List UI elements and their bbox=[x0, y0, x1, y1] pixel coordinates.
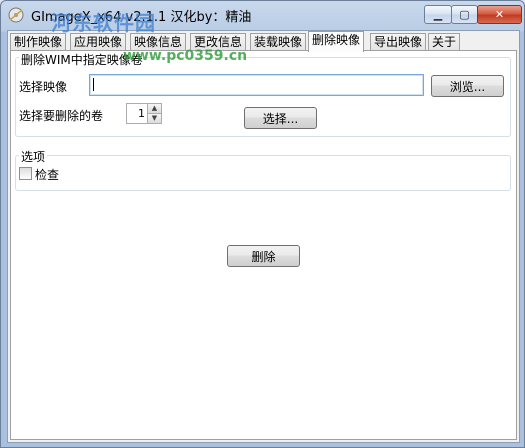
app-window: GImageX_x64 v2.1.1 汉化by：精油 ▁ ▢ ✕ 制作映像 应用… bbox=[0, 0, 525, 448]
maximize-button[interactable]: ▢ bbox=[451, 5, 478, 24]
select-volume-button[interactable]: 选择... bbox=[244, 107, 317, 129]
spin-up-icon: ▲ bbox=[151, 104, 158, 112]
tab-about[interactable]: 关于 bbox=[428, 33, 461, 51]
tab-export-image[interactable]: 导出映像 bbox=[370, 33, 427, 51]
tab-mount-image[interactable]: 装载映像 bbox=[250, 33, 307, 51]
close-button[interactable]: ✕ bbox=[477, 5, 522, 24]
options-group-legend: 选项 bbox=[19, 148, 48, 165]
delete-button[interactable]: 删除 bbox=[227, 245, 300, 267]
check-label[interactable]: 检查 bbox=[35, 166, 59, 183]
volume-number-input[interactable]: 1 bbox=[126, 103, 148, 124]
close-icon: ✕ bbox=[494, 8, 505, 21]
image-path-input[interactable] bbox=[89, 74, 424, 96]
tab-delete-image[interactable]: 删除映像 bbox=[308, 31, 365, 52]
check-checkbox[interactable] bbox=[19, 167, 32, 180]
browse-button[interactable]: 浏览... bbox=[431, 75, 504, 97]
minimize-icon: ▁ bbox=[433, 8, 443, 21]
text-caret bbox=[93, 78, 94, 91]
spin-down-icon: ▼ bbox=[151, 114, 158, 122]
delete-image-page: 删除WIM中指定映像卷 选择映像 浏览... 选择要删除的卷 1 ▲ ▼ 选择.… bbox=[10, 50, 517, 440]
watermark-url: www.pc0359.cn bbox=[123, 48, 248, 64]
watermark-logo: 河东软件园 bbox=[51, 11, 156, 35]
select-volume-label: 选择要删除的卷 bbox=[19, 109, 104, 123]
select-image-label: 选择映像 bbox=[19, 80, 68, 94]
spin-down-button[interactable]: ▼ bbox=[147, 113, 162, 124]
options-group-box bbox=[15, 155, 511, 191]
minimize-button[interactable]: ▁ bbox=[424, 5, 452, 24]
app-icon bbox=[8, 7, 24, 23]
main-panel: 制作映像 应用映像 映像信息 更改信息 装载映像 删除映像 导出映像 关于 删除… bbox=[7, 30, 520, 443]
maximize-icon: ▢ bbox=[459, 8, 470, 21]
